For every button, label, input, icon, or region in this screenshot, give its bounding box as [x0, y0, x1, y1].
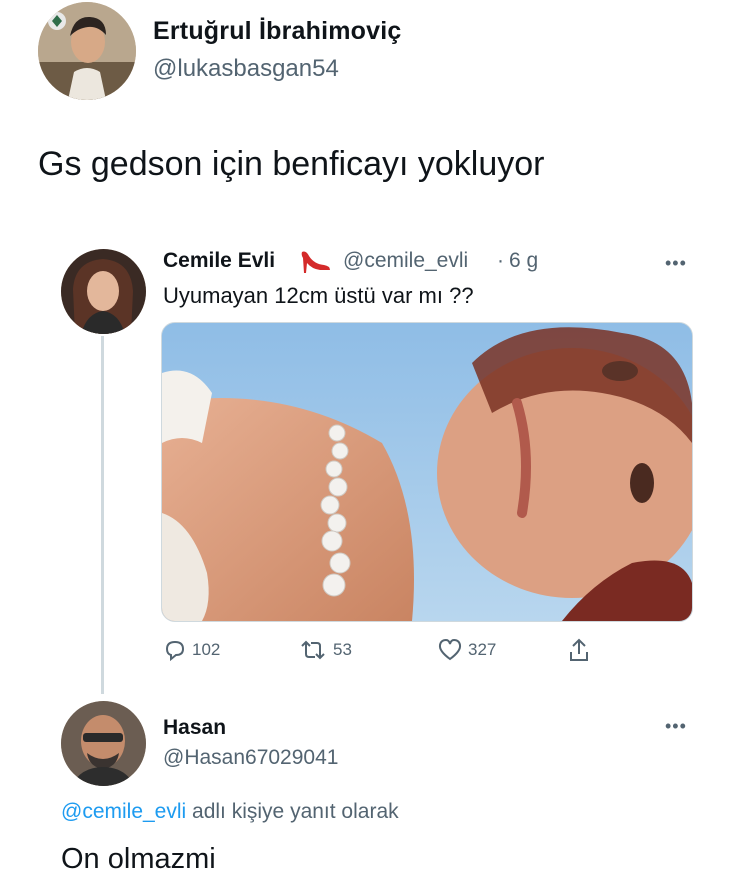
retweet-icon [298, 638, 328, 662]
outer-author-name[interactable]: Ertuğrul İbrahimoviç [153, 17, 401, 46]
retweet-button[interactable]: 53 [298, 637, 352, 663]
quoted-author-name[interactable]: Cemile Evli [163, 249, 275, 273]
thread-connector-line [101, 336, 104, 694]
outer-tweet-text: Gs gedson için benficayı yokluyor [38, 145, 545, 183]
dot-separator: · [497, 249, 504, 272]
heart-icon [437, 638, 463, 662]
more-dots-icon[interactable]: ••• [665, 716, 687, 737]
reply-tweet-text: On olmazmi [61, 843, 216, 875]
share-button[interactable] [567, 637, 591, 663]
replying-to-suffix: adlı kişiye yanıt olarak [186, 800, 399, 823]
share-icon [567, 637, 591, 663]
reply-button[interactable]: 102 [163, 637, 220, 663]
quoted-tweet-photo[interactable] [161, 322, 693, 622]
quoted-author-handle[interactable]: @cemile_evli [343, 249, 468, 273]
high-heel-shoe-icon [300, 246, 332, 274]
reply-icon [163, 638, 187, 662]
quoted-author-avatar[interactable] [61, 249, 146, 334]
like-button[interactable]: 327 [437, 637, 496, 663]
reply-author-name[interactable]: Hasan [163, 716, 226, 740]
like-count: 327 [468, 640, 497, 659]
reply-count: 102 [192, 640, 221, 659]
outer-author-avatar[interactable] [38, 2, 136, 100]
reply-author-handle[interactable]: @Hasan67029041 [163, 746, 338, 770]
replying-to-line: @cemile_evli adlı kişiye yanıt olarak [61, 800, 399, 824]
quoted-tweet-text: Uyumayan 12cm üstü var mı ?? [163, 283, 474, 308]
more-dots-icon[interactable]: ••• [665, 253, 687, 274]
outer-author-handle[interactable]: @lukasbasgan54 [153, 55, 339, 83]
quoted-timestamp[interactable]: 6 g [509, 249, 538, 273]
reply-author-avatar[interactable] [61, 701, 146, 786]
replying-to-mention[interactable]: @cemile_evli [61, 800, 186, 823]
retweet-count: 53 [333, 640, 352, 659]
